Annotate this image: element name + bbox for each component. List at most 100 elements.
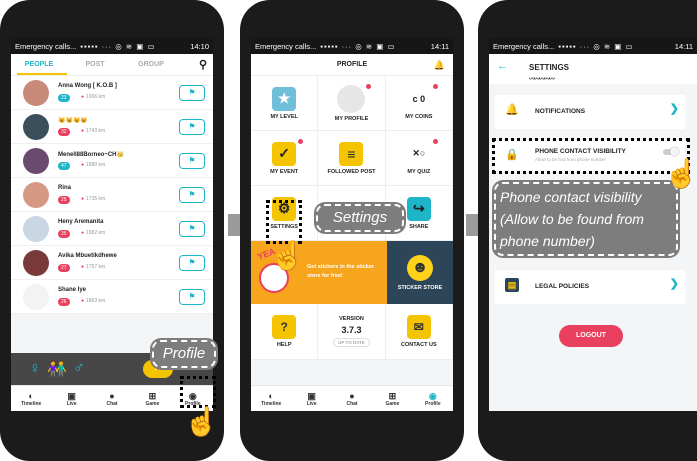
avatar[interactable] — [23, 284, 49, 310]
settings-header: ← SETTINGS 〰〰〰〰〰 — [489, 54, 697, 84]
user-name: 😼😼😼😼 — [58, 118, 88, 124]
coin-icon: c 0 — [412, 93, 426, 104]
bottom-nav: ◐ Timeline ▣ Live ● Chat ⊞ Game ◉ Profile — [251, 385, 453, 411]
nav-chat[interactable]: ● Chat — [92, 386, 132, 411]
contact-us-label: CONTACT US — [401, 342, 437, 348]
user-name: Shane Iye — [58, 287, 87, 293]
add-friend-button[interactable]: ⚑ — [179, 221, 205, 237]
tab-people[interactable]: PEOPLE — [11, 61, 67, 68]
chevron-right-icon: ❯ — [669, 103, 679, 115]
logout-button[interactable]: LOGOUT — [559, 325, 623, 347]
nav-timeline[interactable]: ◐ Timeline — [11, 386, 51, 411]
pointing-hand-icon: ☝ — [664, 158, 697, 189]
profile-cell-followed-post[interactable]: ≡ FOLLOWED POST — [318, 131, 386, 186]
sticker-store-button[interactable]: ☻ STICKER STORE — [387, 241, 453, 304]
profile-cell-my-coins[interactable]: c 0 MY COINS — [385, 76, 453, 131]
list-item[interactable]: Heny Aremanita 35 1982 km ⚑ — [11, 212, 213, 246]
notification-dot — [365, 84, 371, 89]
avatar[interactable] — [23, 250, 49, 276]
search-icon[interactable]: ⚲ — [199, 58, 207, 71]
nav-live[interactable]: ▣ Live — [291, 386, 331, 411]
notification-dot — [433, 84, 438, 89]
add-friend-button[interactable]: ⚑ — [179, 85, 205, 101]
nav-timeline[interactable]: ◐ Timeline — [251, 386, 291, 411]
list-item[interactable]: Rina 25 1735 km ⚑ — [11, 178, 213, 212]
nav-live[interactable]: ▣ Live — [51, 386, 91, 411]
smiley-icon: ☻ — [407, 254, 433, 281]
age-badge: 25 — [58, 196, 70, 204]
list-item[interactable]: 😼😼😼😼 32 1743 km ⚑ — [11, 110, 213, 144]
list-item[interactable]: Anna Wong [ K.O.B ] 23 1906 km ⚑ — [11, 76, 213, 110]
avatar[interactable] — [23, 182, 49, 208]
profile-cell-my-level[interactable]: ★ MY LEVEL — [251, 76, 319, 131]
phone-visibility-callout: Phone contact visibility (Allow to be fo… — [494, 182, 678, 256]
legal-policies-label: LEGAL POLICIES — [535, 283, 590, 290]
tab-group[interactable]: GROUP — [123, 61, 179, 68]
back-arrow-icon[interactable]: ← — [497, 60, 508, 72]
distance-text: 1863 km — [81, 298, 105, 304]
document-icon: ▤ — [505, 278, 519, 292]
legal-policies-row[interactable]: ▤ LEGAL POLICIES ❯ — [495, 270, 685, 304]
couple-icon[interactable]: 👫 — [47, 359, 67, 379]
page-title: SETTINGS — [529, 63, 570, 72]
arrow-shaft-1 — [228, 214, 240, 236]
help-icon: ? — [272, 315, 297, 339]
avatar[interactable] — [23, 216, 49, 242]
nav-chat[interactable]: ● Chat — [332, 386, 372, 411]
distance-text: 1906 km — [81, 94, 105, 100]
pointing-hand-icon: ☝ — [184, 406, 219, 437]
nav-game[interactable]: ⊞ Game — [132, 386, 172, 411]
notifications-label: NOTIFICATIONS — [535, 108, 586, 115]
profile-header: PROFILE 🔔 — [251, 54, 453, 76]
gamepad-icon: ⊞ — [148, 390, 157, 401]
male-icon[interactable]: ♂ — [73, 360, 85, 378]
quiz-icon: ✕○ — [406, 141, 431, 166]
carrier-text: Emergency calls... — [15, 41, 77, 51]
phone-2-frame: Emergency calls... ▪▪▪▪▪ ··· ◎ ≋ ▣ ▭ 14:… — [240, 0, 464, 461]
notifications-row[interactable]: 🔔 NOTIFICATIONS ❯ — [495, 95, 685, 129]
cell-label: SHARE — [409, 223, 429, 230]
banner-text: Get stickers in the sticker store for fr… — [307, 264, 374, 279]
age-badge: 47 — [58, 162, 70, 170]
add-friend-button[interactable]: ⚑ — [179, 119, 205, 135]
avatar[interactable] — [23, 148, 49, 174]
bell-icon: 🔔 — [505, 104, 519, 116]
avatar-icon — [337, 84, 366, 113]
timeline-icon: ◐ — [268, 390, 274, 401]
add-friend-button[interactable]: ⚑ — [179, 255, 205, 271]
avatar[interactable] — [23, 114, 49, 140]
add-friend-button[interactable]: ⚑ — [179, 187, 205, 203]
cell-label: MY EVENT — [270, 168, 299, 175]
profile-cell-my-profile[interactable]: MY PROFILE — [318, 76, 386, 131]
mail-icon: ✉ — [406, 315, 431, 339]
add-friend-button[interactable]: ⚑ — [179, 289, 205, 305]
nav-game[interactable]: ⊞ Game — [372, 386, 412, 411]
help-button[interactable]: ? HELP — [251, 304, 319, 360]
user-name: Rina — [58, 185, 72, 191]
settings-callout: Settings — [316, 204, 404, 232]
female-icon[interactable]: ♀ — [29, 360, 41, 378]
profile-cell-my-event[interactable]: ✓ MY EVENT — [251, 131, 319, 186]
add-friend-button[interactable]: ⚑ — [179, 153, 205, 169]
document-icon: ≡ — [339, 141, 364, 166]
contact-us-button[interactable]: ✉ CONTACT US — [385, 304, 453, 360]
share-icon: ↪ — [406, 196, 431, 221]
chevron-right-icon: ❯ — [669, 278, 679, 290]
phone-visibility-highlight — [492, 138, 690, 174]
bell-icon[interactable]: 🔔 — [434, 54, 445, 76]
nav-profile[interactable]: ◉ Profile — [413, 386, 453, 411]
avatar[interactable] — [23, 80, 49, 106]
phone-3-frame: Emergency calls... ▪▪▪▪▪ ··· ◎ ≋ ▣ ▭ 14:… — [478, 0, 697, 461]
list-item[interactable]: Avika Mbuetikdhewe 27 1757 km ⚑ — [11, 246, 213, 280]
age-badge: 27 — [58, 264, 70, 272]
profile-callout: Profile — [152, 340, 216, 368]
live-icon: ▣ — [307, 390, 316, 401]
list-item[interactable]: Shane Iye 26 1863 km ⚑ — [11, 280, 213, 314]
phone-1-frame: Emergency calls... ▪▪▪▪▪ ··· ◎ ≋ ▣ ▭ 14:… — [0, 0, 224, 461]
list-item[interactable]: Menell88Borneo~CH👑 47 1880 km ⚑ — [11, 144, 213, 178]
profile-cell-my-quiz[interactable]: ✕○ MY QUIZ — [385, 131, 453, 186]
cell-label: MY COINS — [405, 113, 433, 120]
status-bar: Emergency calls... ▪▪▪▪▪ ··· ◎ ≋ ▣ ▭ 14:… — [11, 38, 213, 54]
tab-post[interactable]: POST — [67, 61, 123, 68]
notification-icons: ▪▪▪▪▪ ··· ◎ ≋ ▣ ▭ — [80, 41, 156, 51]
